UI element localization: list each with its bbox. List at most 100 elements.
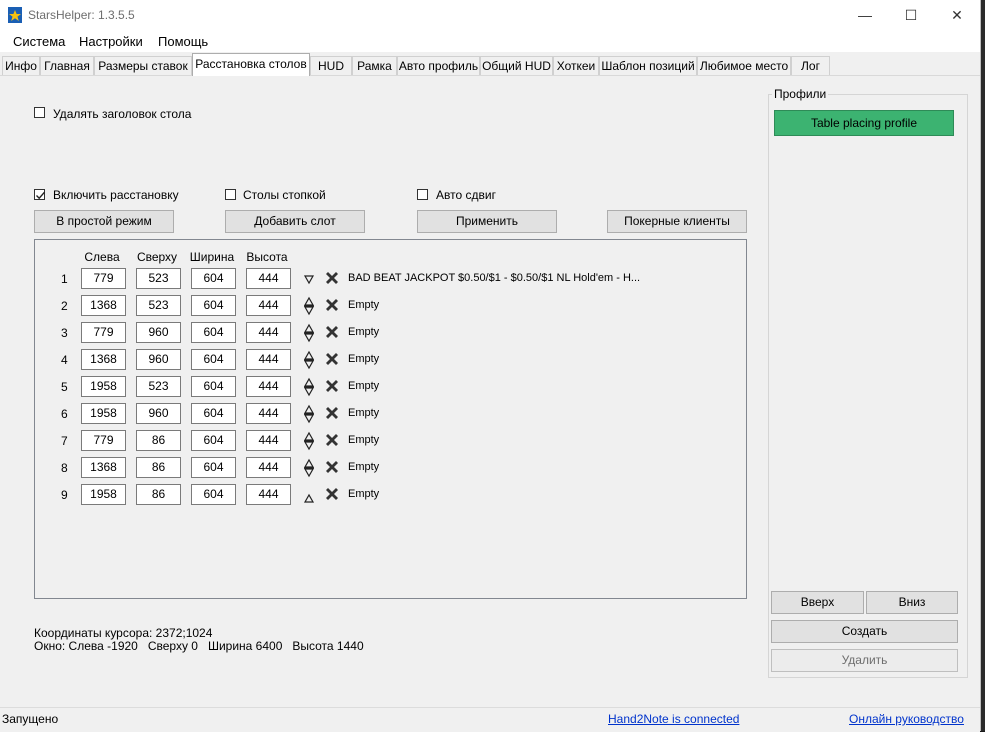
slot-height-input[interactable]: 444 <box>246 484 291 505</box>
slot-left-input[interactable]: 1958 <box>81 376 126 397</box>
column-height-header: Высота <box>246 250 288 264</box>
menu-settings[interactable]: Настройки <box>79 34 143 49</box>
remove-slot-icon[interactable] <box>325 298 339 312</box>
auto-shift-checkbox[interactable] <box>417 189 428 200</box>
move-up-down-arrows-icon[interactable] <box>303 350 315 370</box>
slot-left-input[interactable]: 779 <box>81 268 126 289</box>
delete-profile-button[interactable]: Удалить <box>771 649 958 672</box>
slot-top-input[interactable]: 86 <box>136 430 181 451</box>
slot-left-input[interactable]: 779 <box>81 322 126 343</box>
slot-left-input[interactable]: 1368 <box>81 349 126 370</box>
slot-left-input[interactable]: 779 <box>81 430 126 451</box>
move-up-down-arrows-icon[interactable] <box>303 431 315 451</box>
stack-tables-checkbox[interactable] <box>225 189 236 200</box>
move-down-button[interactable]: Вниз <box>866 591 958 614</box>
slot-width-input[interactable]: 604 <box>191 349 236 370</box>
stack-tables-label: Столы стопкой <box>243 188 326 202</box>
main-window: StarsHelper: 1.3.5.5 — ☐ ✕ Система Настр… <box>0 0 981 732</box>
add-slot-button[interactable]: Добавить слот <box>225 210 365 233</box>
tab-auto-profile[interactable]: Авто профиль <box>397 56 480 75</box>
tab-hotkeys[interactable]: Хоткеи <box>553 56 599 75</box>
status-text: Запущено <box>2 712 59 726</box>
remove-slot-icon[interactable] <box>325 406 339 420</box>
move-up-down-arrows-icon[interactable] <box>303 323 315 343</box>
tab-info[interactable]: Инфо <box>2 56 40 75</box>
move-up-down-arrows-icon[interactable] <box>303 377 315 397</box>
slot-width-input[interactable]: 604 <box>191 484 236 505</box>
tab-main[interactable]: Главная <box>40 56 94 75</box>
move-up-down-arrows-icon[interactable] <box>303 296 315 316</box>
remove-slot-icon[interactable] <box>325 325 339 339</box>
slot-table-name: Empty <box>348 353 380 365</box>
minimize-button[interactable]: — <box>842 0 888 30</box>
move-up-arrow-icon[interactable] <box>303 485 315 505</box>
slot-height-input[interactable]: 444 <box>246 457 291 478</box>
tab-hud[interactable]: HUD <box>310 56 352 75</box>
profile-item-table-placing[interactable]: Table placing profile <box>774 110 954 136</box>
slot-width-input[interactable]: 604 <box>191 268 236 289</box>
slot-top-input[interactable]: 960 <box>136 349 181 370</box>
tab-log[interactable]: Лог <box>791 56 830 75</box>
close-button[interactable]: ✕ <box>934 0 980 30</box>
slot-width-input[interactable]: 604 <box>191 322 236 343</box>
remove-slot-icon[interactable] <box>325 460 339 474</box>
slot-top-input[interactable]: 960 <box>136 322 181 343</box>
slot-width-input[interactable]: 604 <box>191 430 236 451</box>
tab-position-template[interactable]: Шаблон позиций <box>599 56 697 75</box>
slot-top-input[interactable]: 86 <box>136 484 181 505</box>
slot-height-input[interactable]: 444 <box>246 322 291 343</box>
slot-number: 7 <box>61 434 68 448</box>
remove-slot-icon[interactable] <box>325 271 339 285</box>
remove-slot-icon[interactable] <box>325 433 339 447</box>
menu-system[interactable]: Система <box>13 34 65 49</box>
create-profile-button[interactable]: Создать <box>771 620 958 643</box>
slot-width-input[interactable]: 604 <box>191 457 236 478</box>
remove-title-checkbox[interactable] <box>34 107 45 118</box>
move-up-button[interactable]: Вверх <box>771 591 864 614</box>
slot-height-input[interactable]: 444 <box>246 403 291 424</box>
slot-table-name: Empty <box>348 326 380 338</box>
slot-row: 6 1958 960 604 444 Empty <box>35 403 745 427</box>
slot-left-input[interactable]: 1368 <box>81 457 126 478</box>
slot-height-input[interactable]: 444 <box>246 430 291 451</box>
slot-left-input[interactable]: 1368 <box>81 295 126 316</box>
slot-width-input[interactable]: 604 <box>191 295 236 316</box>
slot-number: 3 <box>61 326 68 340</box>
tab-frame[interactable]: Рамка <box>352 56 397 75</box>
slot-top-input[interactable]: 523 <box>136 295 181 316</box>
remove-slot-icon[interactable] <box>325 487 339 501</box>
slot-height-input[interactable]: 444 <box>246 295 291 316</box>
slot-top-input[interactable]: 960 <box>136 403 181 424</box>
online-guide-link[interactable]: Онлайн руководство <box>849 712 964 726</box>
remove-slot-icon[interactable] <box>325 352 339 366</box>
hand2note-status-link[interactable]: Hand2Note is connected <box>608 712 739 726</box>
slot-top-input[interactable]: 523 <box>136 268 181 289</box>
apply-button[interactable]: Применить <box>417 210 557 233</box>
slot-top-input[interactable]: 523 <box>136 376 181 397</box>
column-width-header: Ширина <box>189 250 235 264</box>
slot-height-input[interactable]: 444 <box>246 376 291 397</box>
tab-common-hud[interactable]: Общий HUD <box>480 56 553 75</box>
move-up-down-arrows-icon[interactable] <box>303 404 315 424</box>
window-title: StarsHelper: 1.3.5.5 <box>28 8 135 22</box>
remove-slot-icon[interactable] <box>325 379 339 393</box>
slot-width-input[interactable]: 604 <box>191 403 236 424</box>
simple-mode-button[interactable]: В простой режим <box>34 210 174 233</box>
move-up-down-arrows-icon[interactable] <box>303 458 315 478</box>
tab-favorite-seat[interactable]: Любимое место <box>697 56 791 75</box>
enable-placing-checkbox[interactable] <box>34 189 46 200</box>
menu-help[interactable]: Помощь <box>158 34 208 49</box>
tab-bet-sizes[interactable]: Размеры ставок <box>94 56 192 75</box>
slot-left-input[interactable]: 1958 <box>81 484 126 505</box>
slot-height-input[interactable]: 444 <box>246 268 291 289</box>
poker-clients-button[interactable]: Покерные клиенты <box>607 210 747 233</box>
maximize-button[interactable]: ☐ <box>888 0 934 30</box>
slot-row: 9 1958 86 604 444 Empty <box>35 484 745 508</box>
slot-height-input[interactable]: 444 <box>246 349 291 370</box>
slot-row: 3 779 960 604 444 Empty <box>35 322 745 346</box>
slot-width-input[interactable]: 604 <box>191 376 236 397</box>
move-down-arrow-icon[interactable] <box>303 269 315 289</box>
slot-left-input[interactable]: 1958 <box>81 403 126 424</box>
slot-top-input[interactable]: 86 <box>136 457 181 478</box>
tab-table-placing[interactable]: Расстановка столов <box>192 53 310 76</box>
